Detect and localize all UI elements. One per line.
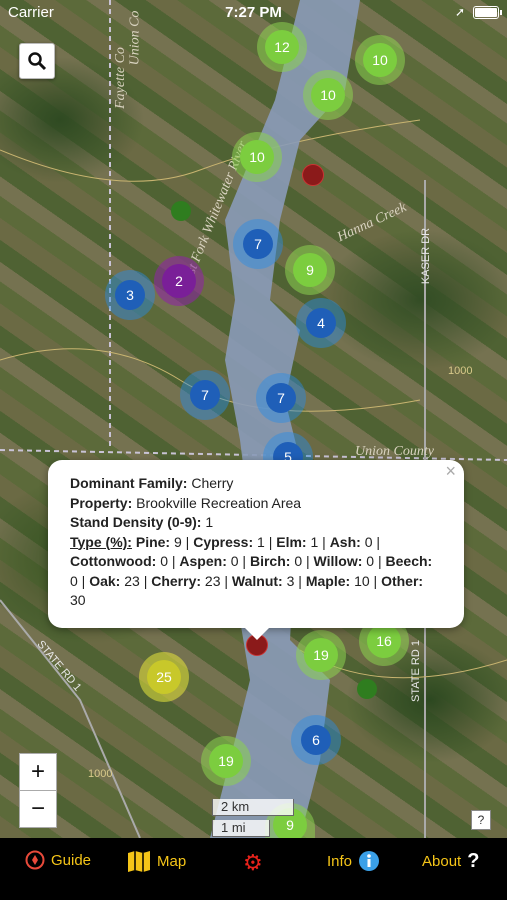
cluster-marker[interactable]: 2 xyxy=(154,256,204,306)
type-breakdown: Type (%): Pine: 9 | Cypress: 1 | Elm: 1 … xyxy=(70,533,433,609)
scale-km: 2 km xyxy=(212,799,294,816)
cluster-marker[interactable]: 9 xyxy=(285,245,335,295)
cluster-marker[interactable]: 7 xyxy=(180,370,230,420)
popup-close-button[interactable]: × xyxy=(445,461,456,482)
stand-density-row: Stand Density (0-9): 1 xyxy=(70,514,214,530)
gear-icon: ⚙ xyxy=(243,850,263,875)
status-bar: Carrier 7:27 PM ➚ xyxy=(0,0,507,26)
state-road-right-label: STATE RD 1 xyxy=(409,640,422,702)
map-icon xyxy=(128,851,150,872)
county-label: Union County xyxy=(355,444,434,459)
cluster-marker[interactable]: 6 xyxy=(291,715,341,765)
zoom-in-button[interactable]: + xyxy=(19,753,57,791)
popup-pointer xyxy=(245,628,269,640)
cluster-marker[interactable]: 10 xyxy=(303,70,353,120)
cluster-marker[interactable]: 10 xyxy=(232,132,282,182)
single-site-marker[interactable] xyxy=(357,679,377,699)
cluster-marker[interactable]: 7 xyxy=(256,373,306,423)
cluster-marker[interactable]: 4 xyxy=(296,298,346,348)
cluster-marker[interactable]: 7 xyxy=(233,219,283,269)
single-site-marker[interactable] xyxy=(302,164,324,186)
compass-icon xyxy=(25,850,45,870)
dominant-family-row: Dominant Family: Cherry xyxy=(70,475,234,491)
map-terrain xyxy=(0,0,507,838)
cluster-marker[interactable]: 12 xyxy=(257,22,307,72)
cluster-marker[interactable]: 3 xyxy=(105,270,155,320)
site-info-popup: × Dominant Family: Cherry Property: Broo… xyxy=(48,460,464,640)
road-1000-label: 1000 xyxy=(448,365,473,377)
cluster-marker[interactable]: 19 xyxy=(201,736,251,786)
question-icon: ? xyxy=(467,850,480,872)
property-value: Brookville Recreation Area xyxy=(136,494,302,511)
cluster-marker[interactable]: 10 xyxy=(355,35,405,85)
dominant-family-value: Cherry xyxy=(191,475,234,491)
tab-settings[interactable]: ⚙ xyxy=(243,850,263,876)
search-button[interactable] xyxy=(19,43,55,79)
road-1000b-label: 1000 xyxy=(88,768,113,780)
tab-guide[interactable]: Guide xyxy=(25,850,91,870)
tab-bar: Guide Map ⚙ Info About ? xyxy=(0,838,507,900)
stand-density-value: 1 xyxy=(205,514,214,530)
tab-about[interactable]: About ? xyxy=(422,850,479,873)
tab-map[interactable]: Map xyxy=(127,850,186,872)
battery-icon xyxy=(473,5,502,19)
kaser-road-label: KASER DR xyxy=(420,227,433,285)
attribution-help-button[interactable]: ? xyxy=(471,810,491,830)
search-icon xyxy=(28,52,47,71)
tab-info[interactable]: Info xyxy=(327,850,380,872)
cluster-marker[interactable]: 25 xyxy=(139,652,189,702)
scale-mi: 1 mi xyxy=(212,820,270,837)
map-view[interactable]: East Fork Whitewater River Hanna Creek U… xyxy=(0,0,507,838)
zoom-out-button[interactable]: − xyxy=(19,790,57,828)
info-icon xyxy=(359,851,380,871)
location-arrow-icon: ➚ xyxy=(454,5,465,19)
cluster-marker[interactable]: 19 xyxy=(296,630,346,680)
single-site-marker[interactable] xyxy=(171,201,191,221)
status-time: 7:27 PM xyxy=(225,4,282,21)
property-row: Property: Brookville Recreation Area xyxy=(70,494,302,511)
